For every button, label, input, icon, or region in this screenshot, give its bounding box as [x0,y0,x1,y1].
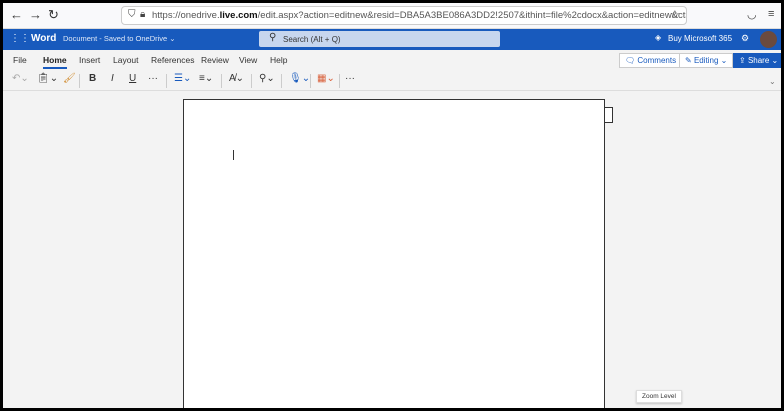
diamond-icon: ◈ [655,33,662,42]
format-painter-icon[interactable]: 🖌︎ [63,73,76,84]
share-label: Share ⌄ [747,56,779,65]
url-domain: live.com [219,10,258,21]
menu-icon[interactable]: ≡ [768,8,774,20]
app-launcher-icon[interactable]: ⋮⋮ [10,33,30,44]
buy-microsoft-365-link[interactable]: Buy Microsoft 365 [668,34,732,43]
comment-marker[interactable] [604,107,613,123]
tab-review[interactable]: Review [201,55,229,65]
dictate-icon[interactable]: 🎙︎⌄ [289,73,310,84]
settings-icon[interactable]: ⚙ [741,33,749,44]
share-button[interactable]: ⇪ Share ⌄ [733,53,781,68]
zoom-level-tooltip: Zoom Level [636,390,682,403]
text-cursor [233,150,234,160]
word-app-bar: ⋮⋮ Word Document - Saved to OneDrive ⌄ ⚲… [3,29,781,50]
comments-button[interactable]: 🗨︎ Comments [619,53,683,68]
editing-label: Editing ⌄ [693,56,728,65]
tab-file[interactable]: File [13,55,27,65]
tab-layout[interactable]: Layout [113,55,139,65]
clipboard-icon[interactable]: 📋︎⌄ [37,73,58,84]
lock-icon: 🔒︎ [140,9,146,20]
find-icon[interactable]: ⚲⌄ [259,73,275,84]
avatar[interactable] [760,31,777,48]
divider [166,74,167,88]
table-icon[interactable]: ▦⌄ [317,73,335,84]
italic-icon[interactable]: I [111,73,114,84]
tab-references[interactable]: References [151,55,194,65]
tab-help[interactable]: Help [270,55,287,65]
url-rest: /edit.aspx?action=editnew&resid=DBA5A3BE… [257,10,686,21]
document-page[interactable] [183,99,605,408]
bullets-icon[interactable]: ☰⌄ [174,73,191,84]
pocket-icon[interactable]: ◡ [747,8,757,21]
search-icon: ⚲ [269,32,277,43]
window: ← → ↻ ⛉ 🔒︎ https://onedrive.live.com/edi… [3,3,781,408]
back-icon[interactable]: ← [10,7,23,22]
divider [251,74,252,88]
search-input[interactable]: ⚲ Search (Alt + Q) [259,31,500,47]
tab-home[interactable]: Home [43,55,67,69]
url-prefix: https://onedrive. [152,10,220,21]
comments-label: Comments [637,56,677,65]
editing-button[interactable]: ✎ Editing ⌄ [679,53,734,68]
reload-icon[interactable]: ↻ [48,7,59,23]
tab-insert[interactable]: Insert [79,55,100,65]
forward-icon[interactable]: → [29,7,42,22]
divider [339,74,340,88]
browser-toolbar: ← → ↻ ⛉ 🔒︎ https://onedrive.live.com/edi… [3,3,781,29]
divider [221,74,222,88]
more-options-icon[interactable]: ··· [345,73,355,84]
more-font-icon[interactable]: ··· [148,73,158,84]
home-toolbar: ↶⌄ 📋︎⌄ 🖌︎ B I U ··· ☰⌄ ≡⌄ A̸⌄ ⚲⌄ 🎙︎⌄ ▦⌄ … [3,70,781,91]
styles-icon[interactable]: A̸⌄ [229,73,244,84]
bookmark-star-icon[interactable]: ☆ [670,8,680,21]
align-icon[interactable]: ≡⌄ [199,73,213,84]
tab-view[interactable]: View [239,55,257,65]
divider [310,74,311,88]
divider [281,74,282,88]
address-bar[interactable]: ⛉ 🔒︎ https://onedrive.live.com/edit.aspx… [121,6,687,25]
undo-icon[interactable]: ↶⌄ [12,73,29,84]
underline-icon[interactable]: U [129,73,136,84]
shield-icon: ⛉ [128,9,136,20]
divider [79,74,80,88]
search-placeholder: Search (Alt + Q) [283,35,341,44]
document-title[interactable]: Document - Saved to OneDrive ⌄ [63,34,176,43]
expand-ribbon-icon[interactable]: ⌄ [769,77,776,86]
ribbon-tabs: File Home Insert Layout References Revie… [3,50,781,70]
app-name[interactable]: Word [31,33,56,44]
bold-icon[interactable]: B [89,73,96,84]
